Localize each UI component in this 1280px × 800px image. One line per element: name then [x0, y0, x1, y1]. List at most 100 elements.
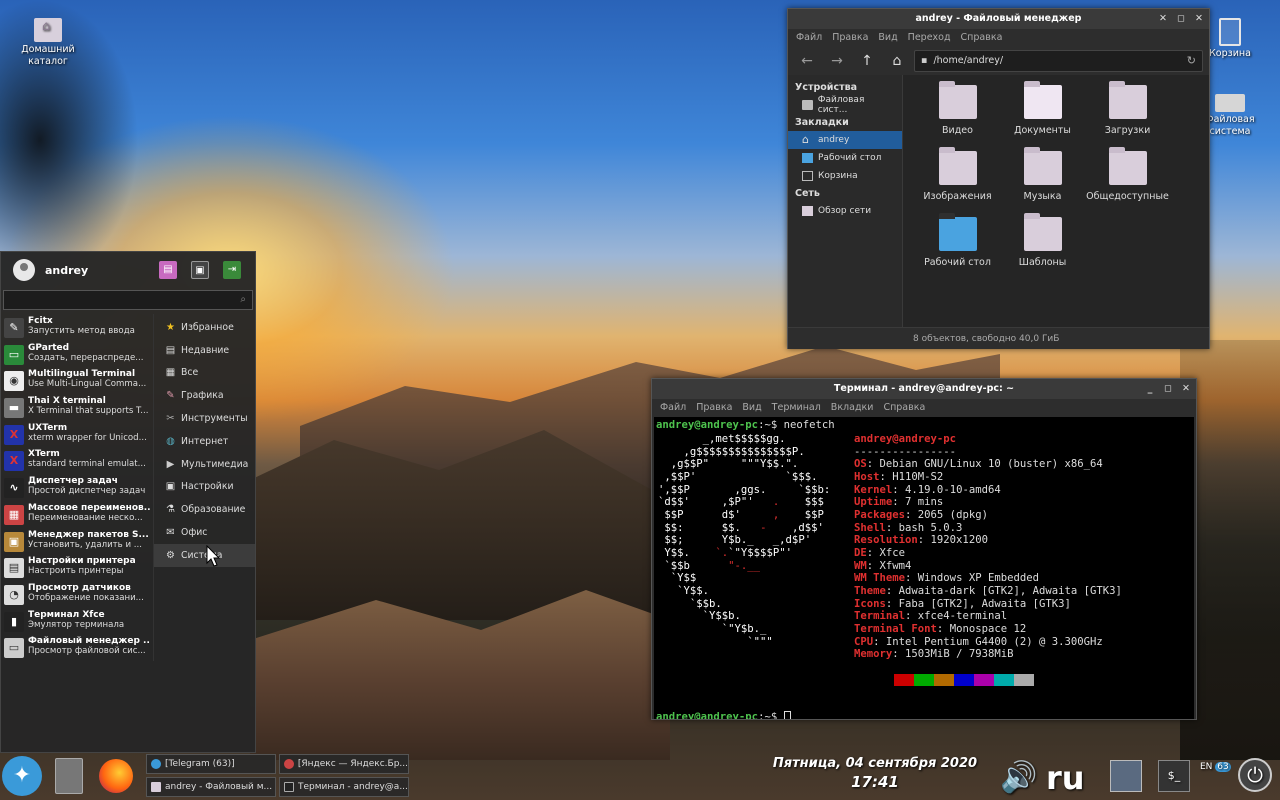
- terminal-titlebar[interactable]: Терминал - andrey@andrey-pc: ~ _ ◻ ✕: [652, 379, 1196, 399]
- menu-app-item[interactable]: ▭ Файловый менеджер ... Просмотр файловой …: [1, 634, 153, 661]
- keyboard-layout[interactable]: ru: [1046, 758, 1085, 798]
- menu-category[interactable]: ⚗ Образование: [154, 498, 255, 521]
- app-description: Запустить метод ввода: [28, 326, 135, 336]
- menu-app-item[interactable]: ◉ Multilingual Terminal Use Multi-Lingual …: [1, 367, 153, 394]
- menu-category[interactable]: ✂ Инструменты: [154, 407, 255, 430]
- menu-category[interactable]: ✉ Офис: [154, 521, 255, 544]
- multimedia-icon: ▶: [166, 458, 175, 470]
- menu-edit[interactable]: Правка: [696, 399, 732, 417]
- folder-downloads[interactable]: Загрузки: [1085, 81, 1170, 151]
- taskbar: ✦ [Telegram (63)] [Яндекс — Яндекс.Бр...…: [0, 752, 1280, 800]
- home-icon[interactable]: ⌂: [884, 50, 910, 72]
- telegram-badge: 63: [1215, 762, 1231, 772]
- folder-videos[interactable]: Видео: [915, 81, 1000, 151]
- folder-icon: [151, 782, 161, 792]
- menu-file[interactable]: Файл: [660, 399, 686, 417]
- menu-app-item[interactable]: ◔ Просмотр датчиков Отображение показани..…: [1, 581, 153, 608]
- menu-category[interactable]: ▣ Настройки: [154, 476, 255, 499]
- settings-manager-icon[interactable]: ▤: [159, 261, 177, 279]
- menu-category[interactable]: ✎ Графика: [154, 384, 255, 407]
- terminal-output[interactable]: andrey@andrey-pc:~$ neofetch _,met$$$$$g…: [654, 417, 1194, 719]
- path-bar[interactable]: ▪ /home/andrey/ ↻: [914, 50, 1203, 72]
- lock-screen-icon[interactable]: ▣: [191, 261, 209, 279]
- firefox-icon[interactable]: [96, 756, 136, 796]
- menu-category[interactable]: ⚙ Система: [154, 543, 255, 567]
- menu-category[interactable]: ▤ Недавние: [154, 339, 255, 362]
- folder-templates[interactable]: Шаблоны: [1000, 213, 1085, 283]
- menu-terminal[interactable]: Терминал: [772, 399, 821, 417]
- up-arrow-icon[interactable]: ↑: [854, 50, 880, 72]
- folder-documents[interactable]: Документы: [1000, 81, 1085, 151]
- internet-icon: ◍: [166, 435, 175, 447]
- menu-app-item[interactable]: ✎ Fcitx Запустить метод ввода: [1, 314, 153, 341]
- desktop-icon-home[interactable]: Домашний каталог: [18, 18, 78, 68]
- sidebar-item-network[interactable]: Обзор сети: [788, 202, 902, 220]
- tray-indicator[interactable]: EN 63: [1200, 762, 1231, 773]
- menu-view[interactable]: Вид: [878, 29, 897, 47]
- task-label: andrey - Файловый м...: [165, 782, 273, 792]
- sidebar-item-desktop[interactable]: Рабочий стол: [788, 149, 902, 167]
- folder-pictures[interactable]: Изображения: [915, 147, 1000, 217]
- menu-edit[interactable]: Правка: [832, 29, 868, 47]
- search-input[interactable]: ⌕: [3, 290, 253, 310]
- sidebar-item-home[interactable]: ⌂ andrey: [788, 131, 902, 149]
- menu-app-item[interactable]: ▬ Thai X terminal X Terminal that supports…: [1, 394, 153, 421]
- menu-app-item[interactable]: X UXTerm xterm wrapper for Unicod...: [1, 421, 153, 448]
- app-name: Диспетчер задач: [28, 476, 118, 487]
- menu-app-item[interactable]: ▭ GParted Создать, перераспреде...: [1, 341, 153, 368]
- file-manager-titlebar[interactable]: andrey - Файловый менеджер ✕ ◻ ✕: [788, 9, 1209, 29]
- terminal-launcher-icon[interactable]: $_: [1158, 760, 1190, 792]
- minimize-icon[interactable]: ✕: [1157, 9, 1169, 29]
- menu-app-item[interactable]: ▤ Настройки принтера Настроить принтеры: [1, 554, 153, 581]
- menu-help[interactable]: Справка: [961, 29, 1003, 47]
- reload-icon[interactable]: ↻: [1187, 51, 1196, 71]
- menu-category[interactable]: ▶ Мультимедиа: [154, 453, 255, 476]
- clock[interactable]: Пятница, 04 сентября 2020 17:41: [760, 756, 990, 791]
- folder-desktop[interactable]: Рабочий стол: [915, 213, 1000, 283]
- menu-app-item[interactable]: ▮ Терминал Xfce Эмулятор терминала: [1, 608, 153, 635]
- terminal-window[interactable]: Терминал - andrey@andrey-pc: ~ _ ◻ ✕ Фай…: [651, 378, 1197, 720]
- minimize-icon[interactable]: _: [1144, 379, 1156, 399]
- close-icon[interactable]: ✕: [1193, 9, 1205, 29]
- folder-public[interactable]: Общедоступные: [1085, 147, 1170, 217]
- forward-arrow-icon[interactable]: →: [824, 50, 850, 72]
- maximize-icon[interactable]: ◻: [1175, 9, 1187, 29]
- menu-go[interactable]: Переход: [908, 29, 951, 47]
- sidebar-item-trash[interactable]: Корзина: [788, 167, 902, 185]
- logout-icon[interactable]: ⇥: [223, 261, 241, 279]
- info-key: WM: [854, 559, 867, 572]
- task-browser[interactable]: [Яндекс — Яндекс.Бр...: [279, 754, 409, 774]
- folder-music[interactable]: Музыка: [1000, 147, 1085, 217]
- folder-icon: [1108, 147, 1147, 185]
- info-value: 4.19.0-10-amd64: [905, 483, 1001, 496]
- menu-category[interactable]: ◍ Интернет: [154, 430, 255, 453]
- close-icon[interactable]: ✕: [1180, 379, 1192, 399]
- menu-category[interactable]: ★ Избранное: [154, 316, 255, 339]
- menu-help[interactable]: Справка: [883, 399, 925, 417]
- file-manager-window[interactable]: andrey - Файловый менеджер ✕ ◻ ✕ Файл Пр…: [787, 8, 1210, 349]
- menu-app-item[interactable]: X XTerm standard terminal emulat...: [1, 447, 153, 474]
- menu-view[interactable]: Вид: [742, 399, 761, 417]
- calculator-icon[interactable]: [50, 756, 88, 796]
- xfce-menu-icon[interactable]: ✦: [2, 756, 42, 796]
- search-icon: ⌕: [240, 294, 246, 305]
- volume-icon[interactable]: 🔊: [1000, 758, 1037, 798]
- task-file-manager[interactable]: andrey - Файловый м...: [146, 777, 276, 797]
- sidebar-item-filesystem[interactable]: Файловая сист...: [788, 95, 902, 115]
- network-icon[interactable]: [1110, 760, 1142, 792]
- task-telegram[interactable]: [Telegram (63)]: [146, 754, 276, 774]
- menu-file[interactable]: Файл: [796, 29, 822, 47]
- menu-tabs[interactable]: Вкладки: [831, 399, 874, 417]
- application-menu[interactable]: andrey ▤ ▣ ⇥ ⌕ ✎ Fcitx Запустить метод вво…: [0, 251, 256, 753]
- trash-icon: [1219, 18, 1241, 46]
- power-icon[interactable]: ⏻: [1238, 758, 1272, 792]
- maximize-icon[interactable]: ◻: [1162, 379, 1174, 399]
- menu-app-item[interactable]: ▦ Массовое переименов... Переименование не…: [1, 501, 153, 528]
- back-arrow-icon[interactable]: ←: [794, 50, 820, 72]
- menu-app-item[interactable]: ▣ Менеджер пакетов S... Установить, удалит…: [1, 528, 153, 555]
- task-terminal[interactable]: Терминал - andrey@a...: [279, 777, 409, 797]
- multilingual-terminal-icon: ◉: [4, 371, 24, 392]
- menu-category[interactable]: ▦ Все: [154, 362, 255, 385]
- info-value: Xfwm4: [879, 559, 912, 572]
- menu-app-item[interactable]: ∿ Диспетчер задач Простой диспетчер задач: [1, 474, 153, 501]
